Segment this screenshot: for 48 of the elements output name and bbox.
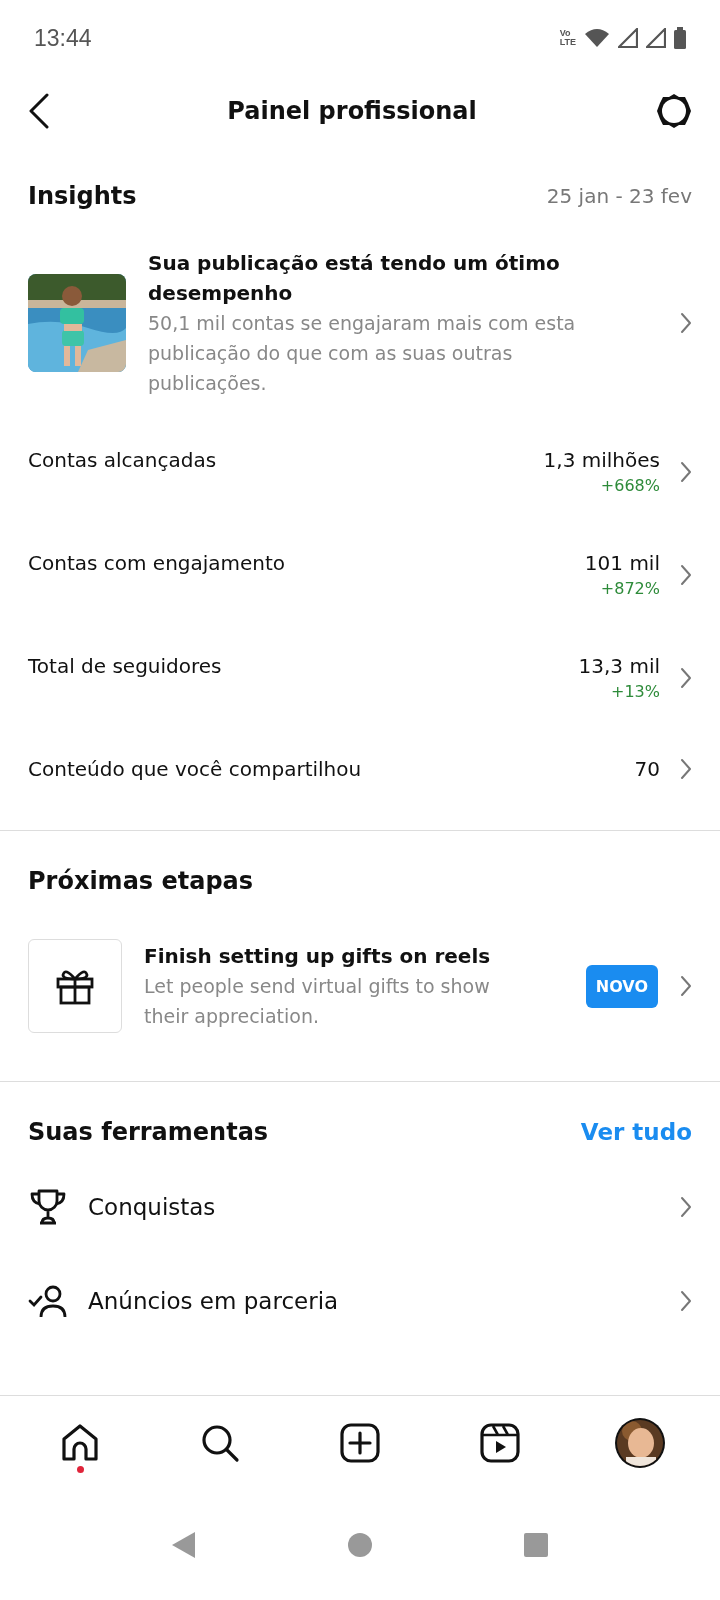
status-time: 13:44	[34, 24, 92, 52]
recents-nav-icon[interactable]	[523, 1532, 549, 1558]
highlight-title: Sua publicação está tendo um ótimo desempenho	[148, 250, 561, 307]
settings-icon[interactable]	[654, 91, 694, 131]
step-title: Finish setting up gifts on reels	[144, 943, 492, 970]
metric-change: +668%	[600, 476, 660, 495]
tool-label[interactable]: Conquistas	[88, 1194, 660, 1220]
metric-label: Contas alcançadas	[28, 448, 217, 472]
chevron-right-icon	[680, 975, 692, 997]
metric-value: 101 mil	[584, 551, 660, 575]
header-title: Painel profissional	[227, 97, 477, 125]
chevron-right-icon	[680, 563, 692, 586]
chevron-right-icon	[680, 312, 692, 334]
section-title: Insights	[28, 182, 137, 210]
wifi-icon	[584, 28, 610, 48]
trophy-icon	[28, 1187, 68, 1227]
gift-icon	[55, 967, 95, 1005]
network-label: Vo LTE	[559, 29, 576, 47]
tool-label[interactable]: Anúncios em parceria	[88, 1288, 660, 1314]
search-icon[interactable]	[200, 1423, 240, 1463]
create-icon[interactable]	[340, 1423, 380, 1463]
chevron-right-icon	[680, 666, 692, 689]
section-title: Próximas etapas	[28, 867, 254, 895]
metric-value: 1,3 milhões	[543, 448, 660, 472]
back-icon[interactable]	[28, 93, 50, 129]
signal-icon	[646, 28, 666, 48]
step-description: Let people send virtual gifts to show their appreciation.	[144, 974, 491, 1029]
metric-label: Contas com engajamento	[28, 551, 286, 575]
metric-value: 70	[634, 757, 660, 781]
metric-value: 13,3 mil	[578, 654, 660, 678]
date-range: 25 jan - 23 fev	[546, 184, 692, 208]
home-nav-icon[interactable]	[347, 1532, 373, 1558]
new-badge: NOVO	[585, 964, 658, 1008]
signal-icon	[618, 28, 638, 48]
chevron-right-icon	[680, 1290, 692, 1312]
metric-change: +13%	[611, 682, 660, 701]
chevron-right-icon	[680, 460, 692, 483]
home-icon[interactable]	[60, 1423, 100, 1463]
metric-label: Total de seguidores	[28, 654, 222, 678]
metric-label: Conteúdo que você compartilhou	[28, 757, 362, 781]
metric-change: +872%	[600, 579, 660, 598]
section-title: Suas ferramentas	[28, 1118, 269, 1146]
chevron-right-icon	[680, 1196, 692, 1218]
back-nav-icon[interactable]	[171, 1531, 197, 1559]
battery-icon	[674, 27, 686, 49]
highlight-description: 50,1 mil contas se engajaram mais com esta publicação do que com as suas outras publicações.	[148, 311, 577, 396]
reels-icon[interactable]	[480, 1423, 520, 1463]
chevron-right-icon	[680, 758, 692, 780]
